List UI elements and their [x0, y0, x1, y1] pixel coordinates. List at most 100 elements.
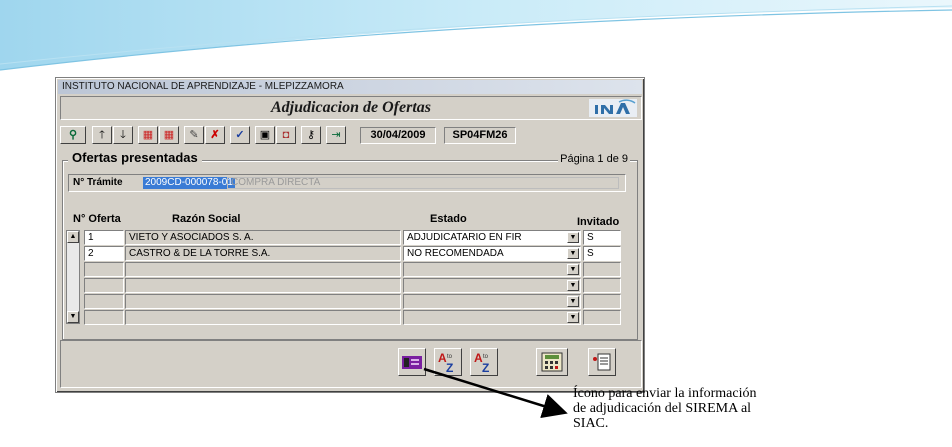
form-header: Adjudicacion de Ofertas	[60, 96, 642, 120]
search-button[interactable]: ⚷	[301, 126, 321, 144]
cell-razon-social-text: VIETO Y ASOCIADOS S. A.	[129, 232, 254, 243]
cell-invitado[interactable]	[583, 310, 621, 325]
cell-razon-social	[125, 278, 401, 293]
cell-invitado[interactable]	[583, 278, 621, 293]
column-header-oferta: N° Oferta	[73, 213, 121, 225]
cell-razon-social	[125, 262, 401, 277]
document-detail-button[interactable]	[588, 348, 616, 376]
column-header-invitado: Invitado	[577, 216, 620, 228]
delete-row-button[interactable]: ▦	[159, 126, 179, 144]
svg-text:Z: Z	[482, 361, 489, 375]
dropdown-arrow-icon[interactable]: ▼	[567, 280, 579, 291]
cancel-button[interactable]: ✗	[205, 126, 225, 144]
exit-door-icon: ⇥	[331, 129, 341, 141]
cell-invitado[interactable]	[583, 262, 621, 277]
calculator-icon	[541, 352, 563, 372]
annotation-line-1: Ícono para enviar la información	[573, 386, 757, 401]
column-header-razon-social: Razón Social	[172, 213, 241, 225]
checkmark-icon: ✓	[235, 129, 245, 141]
document-icon	[593, 353, 611, 371]
svg-text:to: to	[483, 354, 489, 360]
sort-az-icon: A to Z	[438, 351, 453, 375]
cell-oferta[interactable]	[84, 310, 124, 325]
triangle-down-icon: ▼	[69, 313, 77, 320]
header-banner	[0, 0, 952, 71]
printer-icon: ▣	[259, 129, 271, 141]
svg-text:to: to	[447, 354, 453, 360]
dropdown-arrow-icon[interactable]: ▼	[567, 264, 579, 275]
cell-estado[interactable]: ADJUDICATARIO EN FIR ▼	[403, 230, 581, 245]
arrow-down-icon: 🡓	[120, 129, 126, 141]
cell-razon-social: CASTRO & DE LA TORRE S.A.	[125, 246, 401, 261]
print-button[interactable]: ▣	[255, 126, 275, 144]
column-header-estado: Estado	[430, 213, 467, 225]
sort-ascending-button[interactable]: A to Z	[434, 348, 462, 376]
dropdown-arrow-icon[interactable]: ▼	[567, 232, 579, 243]
cell-estado[interactable]: ▼	[403, 310, 581, 325]
dropdown-arrow-icon[interactable]: ▼	[567, 312, 579, 323]
cell-razon-social	[125, 294, 401, 309]
svg-text:Z: Z	[446, 361, 453, 375]
cell-razon-social: VIETO Y ASOCIADOS S. A.	[125, 230, 401, 245]
table-scrollbar[interactable]: ▲ ▼	[66, 230, 80, 324]
cell-invitado[interactable]	[583, 294, 621, 309]
dropdown-arrow-icon[interactable]: ▼	[567, 296, 579, 307]
page-indicator: Página 1 de 9	[558, 153, 630, 165]
cell-invitado[interactable]: S	[583, 246, 621, 261]
cell-razon-social	[125, 310, 401, 325]
form-title: Adjudicacion de Ofertas	[271, 99, 431, 116]
check-pencil-icon: ✎	[189, 129, 199, 141]
cell-estado[interactable]: ▼	[403, 262, 581, 277]
report-icon: ◘	[282, 129, 290, 141]
annotation-text: Ícono para enviar la información de adju…	[573, 386, 763, 431]
cancel-icon: ✗	[210, 129, 220, 141]
exit-button[interactable]: ⇥	[326, 126, 346, 144]
cell-invitado[interactable]: S	[583, 230, 621, 245]
cell-estado[interactable]: NO RECOMENDADA ▼	[403, 246, 581, 261]
arrow-up-icon: 🡑	[99, 129, 105, 141]
form-code-display: SP04FM26	[444, 127, 516, 144]
send-siac-icon	[402, 356, 422, 369]
calculator-button[interactable]	[536, 348, 568, 376]
grid-add-icon: ▦	[142, 129, 154, 141]
send-to-siac-button[interactable]	[398, 348, 426, 376]
cell-invitado-text: S	[587, 232, 594, 243]
annotation-line-3: SIAC.	[573, 416, 609, 431]
cell-oferta-text: 1	[88, 232, 94, 243]
report-button[interactable]: ◘	[276, 126, 296, 144]
grid-delete-icon: ▦	[163, 129, 175, 141]
annotation-line-2: de adjudicación del SIREMA al	[573, 401, 752, 416]
date-display: 30/04/2009	[360, 127, 436, 144]
cell-oferta[interactable]	[84, 262, 124, 277]
scroll-up-button[interactable]: ▲	[67, 231, 79, 243]
cell-estado-text: ADJUDICATARIO EN FIR	[407, 232, 522, 243]
cell-razon-social-text: CASTRO & DE LA TORRE S.A.	[129, 248, 271, 259]
cell-estado[interactable]: ▼	[403, 278, 581, 293]
cell-oferta[interactable]	[84, 294, 124, 309]
search-key-icon: ⚷	[306, 129, 316, 141]
window-titlebar: INSTITUTO NACIONAL DE APRENDIZAJE - MLEP…	[58, 80, 642, 94]
previous-record-button[interactable]: 🡑	[92, 126, 112, 144]
scroll-down-button[interactable]: ▼	[67, 311, 79, 323]
cell-oferta[interactable]	[84, 278, 124, 293]
next-record-button[interactable]: 🡓	[113, 126, 133, 144]
cell-oferta[interactable]: 1	[84, 230, 124, 245]
application-window: INSTITUTO NACIONAL DE APRENDIZAJE - MLEP…	[55, 77, 645, 393]
tramite-description: COMPRA DIRECTA	[227, 177, 619, 189]
save-button[interactable]: ✎	[184, 126, 204, 144]
dropdown-arrow-icon[interactable]: ▼	[567, 248, 579, 259]
sort-descending-button[interactable]: A to Z	[470, 348, 498, 376]
cell-estado[interactable]: ▼	[403, 294, 581, 309]
tramite-input[interactable]: 2009CD-000078-01	[143, 177, 235, 189]
cell-oferta[interactable]: 2	[84, 246, 124, 261]
cell-estado-text: NO RECOMENDADA	[407, 248, 504, 259]
query-button[interactable]: ⚲	[60, 126, 86, 144]
sort-az-alt-icon: A to Z	[474, 351, 489, 375]
insert-row-button[interactable]: ▦	[138, 126, 158, 144]
group-title: Ofertas presentadas	[68, 150, 202, 165]
ina-logo-icon	[589, 99, 637, 117]
toolbar: ⚲ 🡑 🡓 ▦ ▦ ✎ ✗ ✓ ▣ ◘ ⚷ ⇥ 30/04/2009 SP04F…	[60, 126, 642, 148]
tramite-row: N° Trámite 2009CD-000078-01 COMPRA DIREC…	[68, 174, 626, 192]
cell-invitado-text: S	[587, 248, 594, 259]
commit-button[interactable]: ✓	[230, 126, 250, 144]
